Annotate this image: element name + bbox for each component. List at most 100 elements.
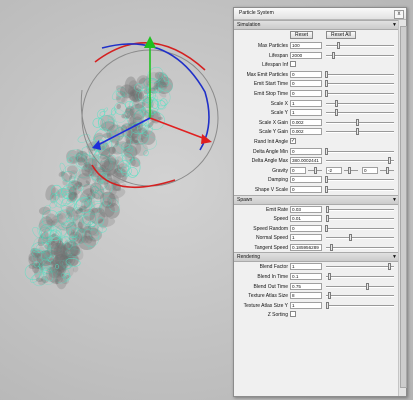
gravity-x-field[interactable]: 0 — [290, 166, 306, 174]
slider-thumb[interactable] — [313, 166, 317, 174]
reset-button[interactable]: Reset — [290, 31, 314, 39]
param-label: Scale X — [270, 100, 288, 107]
emit-start-time-slider[interactable] — [325, 80, 394, 88]
rand-init-angle-checkbox[interactable]: ✓ — [290, 137, 296, 144]
slider-thumb[interactable] — [328, 273, 332, 281]
slider-thumb[interactable] — [337, 42, 341, 49]
blend-out-time-field[interactable]: 0.75 — [290, 282, 322, 290]
emit-rate-field[interactable]: 0.03 — [290, 205, 322, 213]
gravity-z-slider[interactable] — [380, 166, 394, 174]
slider-thumb[interactable] — [387, 157, 391, 165]
tangent-speed-slider[interactable] — [326, 243, 394, 251]
tangent-speed-field[interactable]: 0.185956289 — [290, 243, 322, 251]
slider-thumb[interactable] — [365, 282, 369, 290]
speed-random-slider[interactable] — [325, 224, 394, 232]
delta-angle-max-slider[interactable] — [326, 157, 394, 165]
shape-v-scale-field[interactable]: 0 — [290, 185, 322, 193]
scale-x-slider[interactable] — [326, 99, 394, 107]
texture-atlas-size-y-field[interactable]: 1 — [290, 301, 322, 309]
texture-atlas-size-y-slider[interactable] — [326, 301, 394, 309]
slider-thumb[interactable] — [328, 292, 332, 300]
gravity-y-slider[interactable] — [344, 166, 358, 174]
blend-factor-field[interactable]: 1 — [290, 263, 322, 271]
particle — [116, 103, 122, 110]
normal-speed-field[interactable]: 1 — [290, 234, 322, 242]
max-emit-particles-field[interactable]: 0 — [290, 70, 322, 78]
slider-thumb[interactable] — [329, 243, 333, 251]
slider-thumb[interactable] — [335, 109, 339, 117]
panel-scrollbar[interactable] — [398, 20, 407, 396]
lifespan-slider[interactable] — [326, 51, 394, 59]
z-sorting-checkbox[interactable] — [290, 311, 296, 318]
slider-thumb[interactable] — [385, 166, 389, 174]
scale-x-gain-slider[interactable] — [326, 118, 394, 126]
panel-titlebar[interactable]: Particle System x — [234, 8, 406, 20]
scrollbar-thumb[interactable] — [400, 26, 407, 388]
gravity-z-field[interactable]: 0 — [362, 166, 378, 174]
param-label: Scale Y — [270, 110, 288, 117]
reset-all-button[interactable]: Reset All — [326, 31, 356, 39]
slider-thumb[interactable] — [331, 51, 335, 59]
damping-slider[interactable] — [325, 176, 394, 184]
slider-thumb[interactable] — [325, 147, 328, 155]
slider-thumb[interactable] — [325, 89, 328, 97]
slider-thumb[interactable] — [347, 166, 351, 174]
slider-thumb[interactable] — [326, 205, 330, 213]
scale-y-gain-field[interactable]: 0.002 — [290, 128, 322, 136]
normal-speed-slider[interactable] — [326, 234, 394, 242]
blend-in-time-field[interactable]: 0.1 — [290, 273, 322, 281]
max-particles-field[interactable]: 100 — [290, 42, 322, 49]
gravity-y-field[interactable]: -2 — [326, 166, 342, 174]
speed-field[interactable]: 0.01 — [290, 215, 322, 223]
scale-x-field[interactable]: 1 — [290, 99, 322, 107]
blend-in-time-slider[interactable] — [326, 273, 394, 281]
lifespan-inf-checkbox[interactable] — [290, 61, 296, 68]
y-axis-arrow-icon — [144, 36, 156, 48]
delta-angle-min-field[interactable]: 0 — [290, 147, 322, 155]
shape-v-scale-slider[interactable] — [325, 185, 394, 193]
slider-thumb[interactable] — [325, 185, 328, 193]
collapse-arrow-icon[interactable]: ▼ — [392, 253, 397, 261]
slider-thumb[interactable] — [326, 215, 330, 223]
param-row-gravity: Gravity 0 -2 0 — [234, 166, 398, 176]
slider-thumb[interactable] — [325, 176, 328, 184]
emit-start-time-field[interactable]: 0 — [290, 80, 322, 88]
gravity-x-slider[interactable] — [308, 166, 322, 174]
texture-atlas-size-slider[interactable] — [326, 292, 394, 300]
slider-thumb[interactable] — [325, 224, 328, 232]
particle-system-panel: Particle System x Simulation ▼ Reset Reset … — [233, 7, 407, 397]
speed-random-field[interactable]: 0 — [290, 224, 322, 232]
speed-slider[interactable] — [326, 215, 394, 223]
collapse-arrow-icon[interactable]: ▼ — [392, 196, 397, 204]
blend-out-time-slider[interactable] — [326, 282, 394, 290]
param-row-max-emit-particles: Max Emit Particles 0 — [234, 70, 398, 80]
damping-field[interactable]: 0 — [290, 176, 322, 184]
scale-x-gain-field[interactable]: 0.002 — [290, 118, 322, 126]
scale-y-field[interactable]: 1 — [290, 109, 322, 117]
slider-thumb[interactable] — [387, 263, 391, 271]
emit-rate-slider[interactable] — [326, 205, 394, 213]
max-particles-slider[interactable] — [326, 42, 394, 49]
collapse-arrow-icon[interactable]: ▼ — [392, 21, 397, 29]
slider-thumb[interactable] — [325, 80, 328, 88]
scale-y-slider[interactable] — [326, 109, 394, 117]
slider-thumb[interactable] — [355, 118, 359, 126]
blend-factor-slider[interactable] — [326, 263, 394, 271]
delta-angle-min-slider[interactable] — [325, 147, 394, 155]
lifespan-field[interactable]: 2000 — [290, 51, 322, 59]
section-header-rendering[interactable]: Rendering ▼ — [234, 252, 398, 263]
slider-thumb[interactable] — [335, 99, 339, 107]
slider-thumb[interactable] — [326, 301, 330, 309]
max-emit-particles-slider[interactable] — [325, 70, 394, 78]
texture-atlas-size-field[interactable]: 8 — [290, 292, 322, 300]
slider-thumb[interactable] — [348, 234, 352, 242]
emit-stop-time-slider[interactable] — [325, 89, 394, 97]
emit-stop-time-field[interactable]: 0 — [290, 89, 322, 97]
section-header-simulation[interactable]: Simulation ▼ — [234, 20, 398, 30]
slider-thumb[interactable] — [355, 128, 359, 136]
delta-angle-max-field[interactable]: 380.0002441 — [290, 157, 322, 165]
slider-thumb[interactable] — [325, 70, 328, 78]
section-header-spawn[interactable]: Spawn ▼ — [234, 194, 398, 205]
close-icon[interactable]: x — [394, 10, 404, 19]
scale-y-gain-slider[interactable] — [326, 128, 394, 136]
